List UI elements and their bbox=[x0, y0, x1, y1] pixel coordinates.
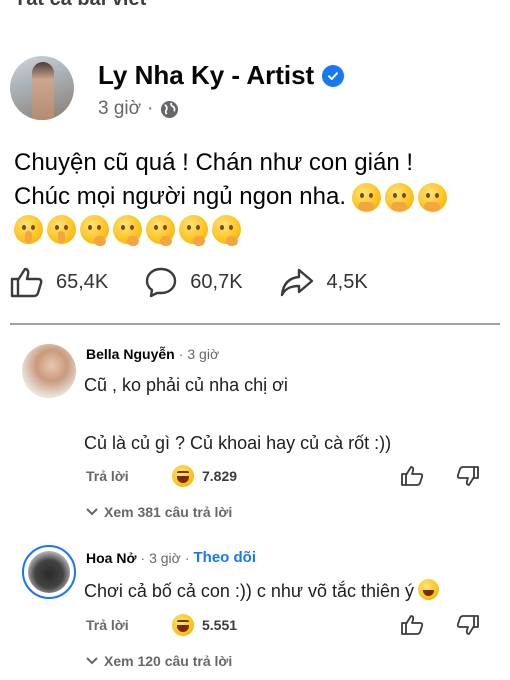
thinking-face-emoji-icon bbox=[179, 215, 208, 246]
post-author-name[interactable]: Ly Nha Ky - Artist bbox=[98, 60, 314, 91]
verified-badge-icon bbox=[322, 64, 345, 87]
follow-separator: · bbox=[184, 549, 190, 566]
share-arrow-icon bbox=[280, 268, 313, 297]
hand-over-mouth-emoji-icon bbox=[418, 183, 448, 213]
like-count: 65,4K bbox=[56, 270, 109, 293]
chevron-down-icon bbox=[86, 508, 98, 516]
follow-button[interactable]: Theo dõi bbox=[194, 549, 257, 566]
reply-button[interactable]: Trả lời bbox=[86, 617, 172, 633]
thumbs-up-icon bbox=[10, 267, 43, 298]
comment-actions: Trả lời 5.551 bbox=[86, 611, 486, 639]
meta-separator: · bbox=[147, 98, 154, 119]
view-replies-label: Xem 120 câu trả lời bbox=[104, 653, 233, 669]
post-author[interactable]: Ly Nha Ky - Artist bbox=[98, 60, 345, 91]
comment-item: Hoa Nở · 3 giờ · Theo dõi Chơi cả bố cả … bbox=[22, 545, 502, 675]
comment-author[interactable]: Hoa Nở bbox=[86, 550, 136, 566]
comment-actions: Trả lời 7.829 bbox=[86, 462, 486, 490]
post-text: Chuyện cũ quá ! Chán như con gián ! Chúc… bbox=[14, 146, 504, 246]
haha-reaction-icon[interactable] bbox=[172, 465, 194, 487]
comment-time: 3 giờ bbox=[187, 346, 220, 362]
chevron-down-icon bbox=[86, 657, 98, 665]
post-text-line-2: Chúc mọi người ngủ ngon nha. bbox=[14, 180, 504, 214]
globe-icon[interactable] bbox=[160, 100, 179, 119]
comment-text-line-1: Chơi cả bố cả con :)) c như võ tắc thiên… bbox=[84, 579, 440, 602]
downvote-icon[interactable] bbox=[456, 465, 480, 487]
thinking-face-emoji-icon bbox=[80, 215, 109, 246]
shushing-face-emoji-icon bbox=[14, 215, 43, 244]
thinking-face-emoji-icon bbox=[212, 215, 241, 246]
comment-header: Hoa Nở · 3 giờ · Theo dõi bbox=[86, 549, 256, 566]
page-header-cut-text: Tất cả bài viết bbox=[14, 0, 146, 11]
post-author-avatar[interactable] bbox=[10, 56, 74, 120]
comment-text-line-1: Cũ , ko phải củ nha chị ơi bbox=[84, 375, 288, 395]
post-text-line-1: Chuyện cũ quá ! Chán như con gián ! bbox=[14, 149, 413, 176]
section-divider bbox=[10, 323, 500, 325]
comment-avatar[interactable] bbox=[22, 344, 76, 398]
post-reactions-bar: 65,4K 60,7K 4,5K bbox=[10, 266, 490, 298]
emoji-group-line-2 bbox=[352, 183, 451, 213]
view-replies-button[interactable]: Xem 120 câu trả lời bbox=[86, 653, 232, 669]
comment-author[interactable]: Bella Nguyễn bbox=[86, 346, 175, 362]
downvote-icon[interactable] bbox=[456, 614, 480, 636]
laughing-emoji-icon bbox=[418, 579, 440, 600]
reaction-count: 5.551 bbox=[202, 617, 238, 633]
emoji-row-line-3 bbox=[14, 215, 504, 246]
view-replies-label: Xem 381 câu trả lời bbox=[104, 504, 233, 520]
post-time[interactable]: 3 giờ bbox=[98, 98, 141, 120]
comment-avatar[interactable] bbox=[22, 545, 76, 599]
comment-text: Chơi cả bố cả con :)) c như võ tắc thiên… bbox=[84, 581, 415, 601]
comment-bubble-icon bbox=[146, 267, 177, 298]
comment-time: 3 giờ bbox=[149, 549, 181, 566]
share-button[interactable]: 4,5K bbox=[279, 266, 368, 298]
comment-button[interactable]: 60,7K bbox=[144, 266, 243, 298]
like-button[interactable]: 65,4K bbox=[10, 266, 108, 298]
thinking-face-emoji-icon bbox=[113, 215, 142, 246]
hand-over-mouth-emoji-icon bbox=[385, 183, 415, 213]
comment-text-line-2: Củ là củ gì ? Củ khoai hay củ cà rốt :)) bbox=[84, 433, 392, 453]
hand-over-mouth-emoji-icon bbox=[352, 183, 382, 213]
post-meta: 3 giờ · bbox=[98, 98, 179, 120]
reaction-count: 7.829 bbox=[202, 468, 238, 484]
view-replies-button[interactable]: Xem 381 câu trả lời bbox=[86, 504, 232, 520]
post-text-line-2-text: Chúc mọi người ngủ ngon nha. bbox=[14, 183, 347, 210]
shushing-face-emoji-icon bbox=[47, 215, 76, 244]
share-count: 4,5K bbox=[326, 270, 368, 293]
upvote-icon[interactable] bbox=[400, 465, 424, 487]
comment-time-separator: · bbox=[178, 346, 184, 362]
comment-count: 60,7K bbox=[190, 270, 243, 293]
haha-reaction-icon[interactable] bbox=[172, 614, 194, 636]
upvote-icon[interactable] bbox=[400, 614, 424, 636]
comment-time-separator: · bbox=[140, 549, 146, 566]
post-header: Ly Nha Ky - Artist 3 giờ · bbox=[10, 56, 500, 126]
reply-button[interactable]: Trả lời bbox=[86, 468, 172, 484]
comment-item: Bella Nguyễn · 3 giờ Cũ , ko phải củ nha… bbox=[22, 344, 502, 534]
thinking-face-emoji-icon bbox=[146, 215, 175, 246]
comment-header: Bella Nguyễn · 3 giờ bbox=[86, 346, 219, 362]
